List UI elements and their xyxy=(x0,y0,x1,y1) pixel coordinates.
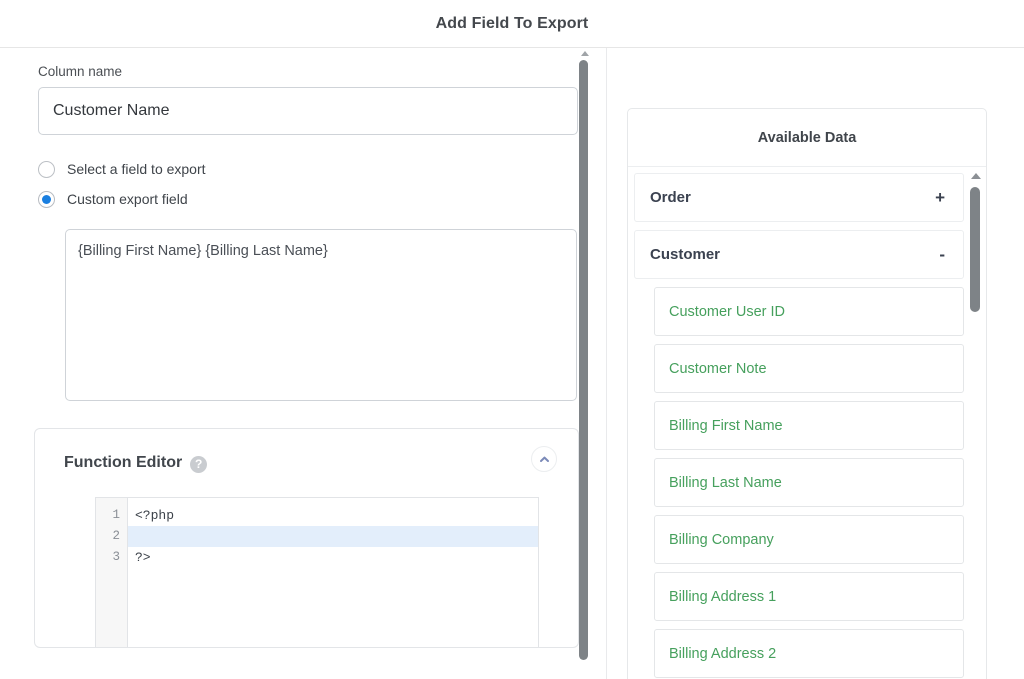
line-number: 2 xyxy=(112,529,120,543)
field-label: Billing Last Name xyxy=(669,474,782,491)
radio-label-custom-export: Custom export field xyxy=(67,191,188,207)
dialog-header: Add Field To Export xyxy=(0,0,1024,48)
available-data-pane: Available Data Order + Customer - Custom… xyxy=(627,108,987,679)
question-mark-circle-icon[interactable]: ? xyxy=(190,455,208,473)
radio-select-a-field-to-export[interactable]: Select a field to export xyxy=(38,155,576,183)
function-editor-title: Function Editor xyxy=(64,454,183,471)
available-data-scrollbar[interactable] xyxy=(968,167,984,679)
group-row-order[interactable]: Order + xyxy=(634,173,964,222)
column-name-label: Column name xyxy=(38,64,123,79)
collapse-minus-icon[interactable]: - xyxy=(939,246,945,263)
line-number: 1 xyxy=(112,508,120,522)
radio-custom-export-field[interactable]: Custom export field xyxy=(38,185,576,213)
radio-unchecked-icon[interactable] xyxy=(38,160,55,178)
list-item[interactable]: Customer User ID xyxy=(654,287,964,336)
list-item[interactable]: Customer Note xyxy=(654,344,964,393)
form-pane: Column name Select a field to export Cus… xyxy=(0,48,600,679)
function-editor-header: Function Editor ? xyxy=(64,446,557,479)
triangle-up-icon[interactable] xyxy=(581,51,589,56)
group-name-customer: Customer xyxy=(650,246,721,263)
code-line: <?php xyxy=(135,508,175,523)
field-label: Billing Address 2 xyxy=(669,645,777,662)
scrollbar-thumb[interactable] xyxy=(579,60,588,660)
form-pane-scrollbar[interactable] xyxy=(578,48,592,679)
radio-checked-icon[interactable] xyxy=(38,190,55,208)
pane-divider xyxy=(606,48,607,679)
chevron-up-icon[interactable] xyxy=(531,446,557,472)
available-data-header: Available Data xyxy=(628,109,986,167)
available-data-list: Order + Customer - Customer User ID Cust… xyxy=(628,167,986,679)
list-item[interactable]: Billing Address 2 xyxy=(654,629,964,678)
code-line-numbers: 1 2 3 xyxy=(96,498,128,647)
group-name-order: Order xyxy=(650,189,691,206)
list-item[interactable]: Billing Last Name xyxy=(654,458,964,507)
code-line: ?> xyxy=(135,550,151,565)
add-field-to-export-dialog: Add Field To Export Column name Select a… xyxy=(0,0,1024,679)
function-editor-card: Function Editor ? 1 2 3 <?php ?> xyxy=(34,428,579,648)
line-number: 3 xyxy=(112,550,120,564)
page-title: Add Field To Export xyxy=(435,14,589,32)
field-label: Customer User ID xyxy=(669,303,786,320)
column-name-input[interactable] xyxy=(38,87,578,135)
field-label: Billing Address 1 xyxy=(669,588,777,605)
field-label: Billing Company xyxy=(669,531,774,548)
php-code-editor[interactable]: 1 2 3 <?php ?> xyxy=(95,497,539,647)
custom-export-field-textarea[interactable]: {Billing First Name} {Billing Last Name} xyxy=(65,229,577,401)
available-data-title: Available Data xyxy=(757,129,857,146)
expand-plus-icon[interactable]: + xyxy=(935,189,945,206)
dialog-body: Column name Select a field to export Cus… xyxy=(0,48,1024,679)
field-label: Billing First Name xyxy=(669,417,783,434)
scrollbar-thumb[interactable] xyxy=(970,187,980,312)
field-label: Customer Note xyxy=(669,360,767,377)
code-line-active xyxy=(128,526,538,547)
list-item[interactable]: Billing First Name xyxy=(654,401,964,450)
available-data-card: Available Data Order + Customer - Custom… xyxy=(627,108,987,679)
group-row-customer[interactable]: Customer - xyxy=(634,230,964,279)
export-type-radio-group: Select a field to export Custom export f… xyxy=(38,155,576,213)
list-item[interactable]: Billing Address 1 xyxy=(654,572,964,621)
code-content[interactable]: <?php ?> xyxy=(128,498,538,647)
triangle-up-icon[interactable] xyxy=(971,173,981,179)
list-item[interactable]: Billing Company xyxy=(654,515,964,564)
radio-label-select-field: Select a field to export xyxy=(67,161,206,177)
